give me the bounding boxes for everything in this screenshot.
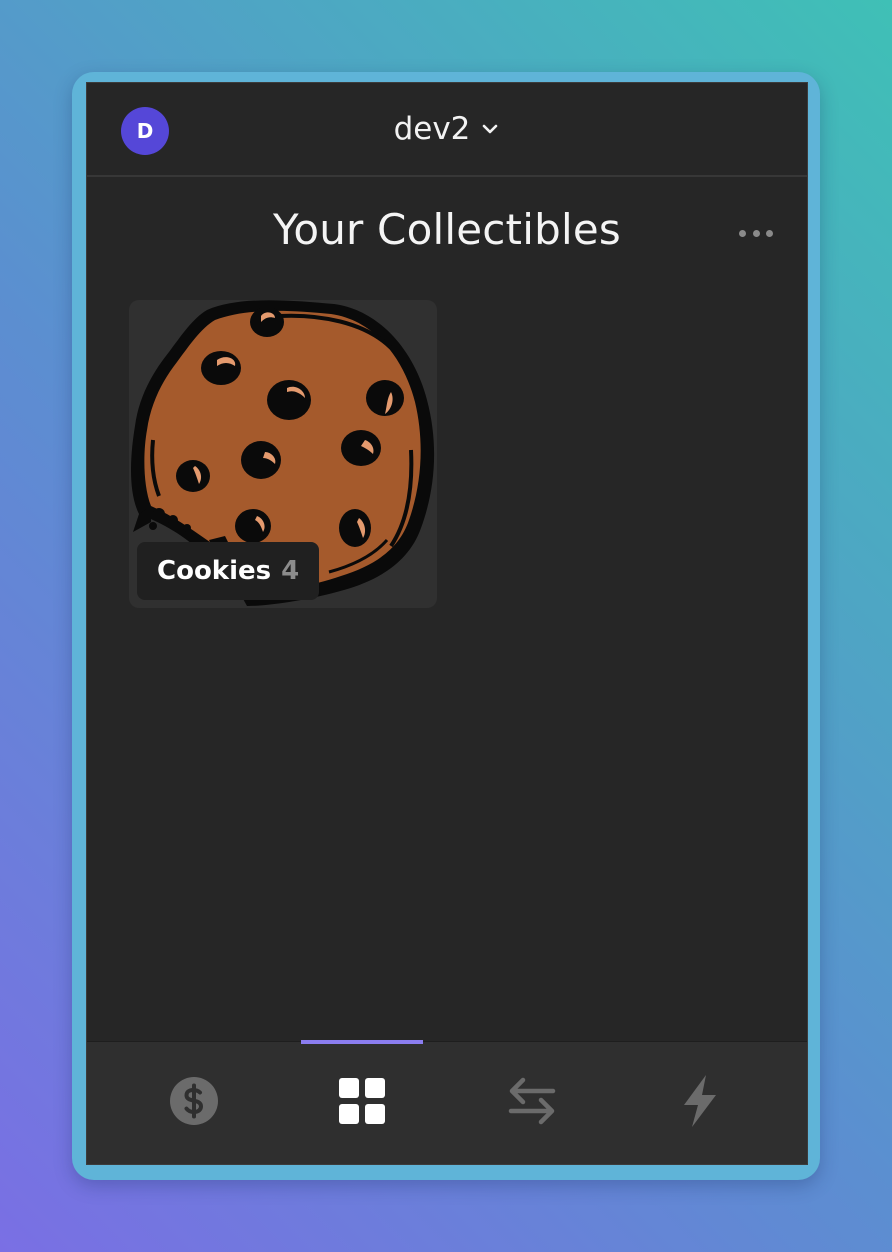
dot (739, 229, 746, 237)
wallet-window: D dev2 Your Collectibles Cookies 4 (86, 82, 808, 1165)
account-name: dev2 (393, 111, 471, 147)
grid-icon (339, 1078, 385, 1128)
tab-collectibles[interactable] (277, 1042, 447, 1164)
dot (766, 229, 773, 237)
collectible-count: 4 (281, 556, 300, 586)
tab-balances[interactable] (109, 1042, 279, 1164)
bottom-tab-bar (87, 1040, 807, 1164)
page-title: Your Collectibles (273, 205, 621, 254)
title-row: Your Collectibles (87, 195, 807, 271)
collectible-label: Cookies 4 (137, 542, 320, 600)
chevron-down-icon (480, 119, 500, 139)
collectible-name: Cookies (157, 556, 272, 586)
more-horizontal-icon[interactable] (739, 221, 773, 245)
tab-swap[interactable] (447, 1042, 617, 1164)
header: D dev2 (87, 83, 807, 177)
lightning-icon (682, 1075, 718, 1131)
tab-activity[interactable] (615, 1042, 785, 1164)
dollar-circle-icon (170, 1077, 218, 1129)
dot (752, 229, 760, 237)
swap-arrows-icon (507, 1077, 557, 1129)
collectible-card-cookies[interactable]: Cookies 4 (129, 300, 437, 608)
account-switcher[interactable]: dev2 (87, 111, 807, 147)
